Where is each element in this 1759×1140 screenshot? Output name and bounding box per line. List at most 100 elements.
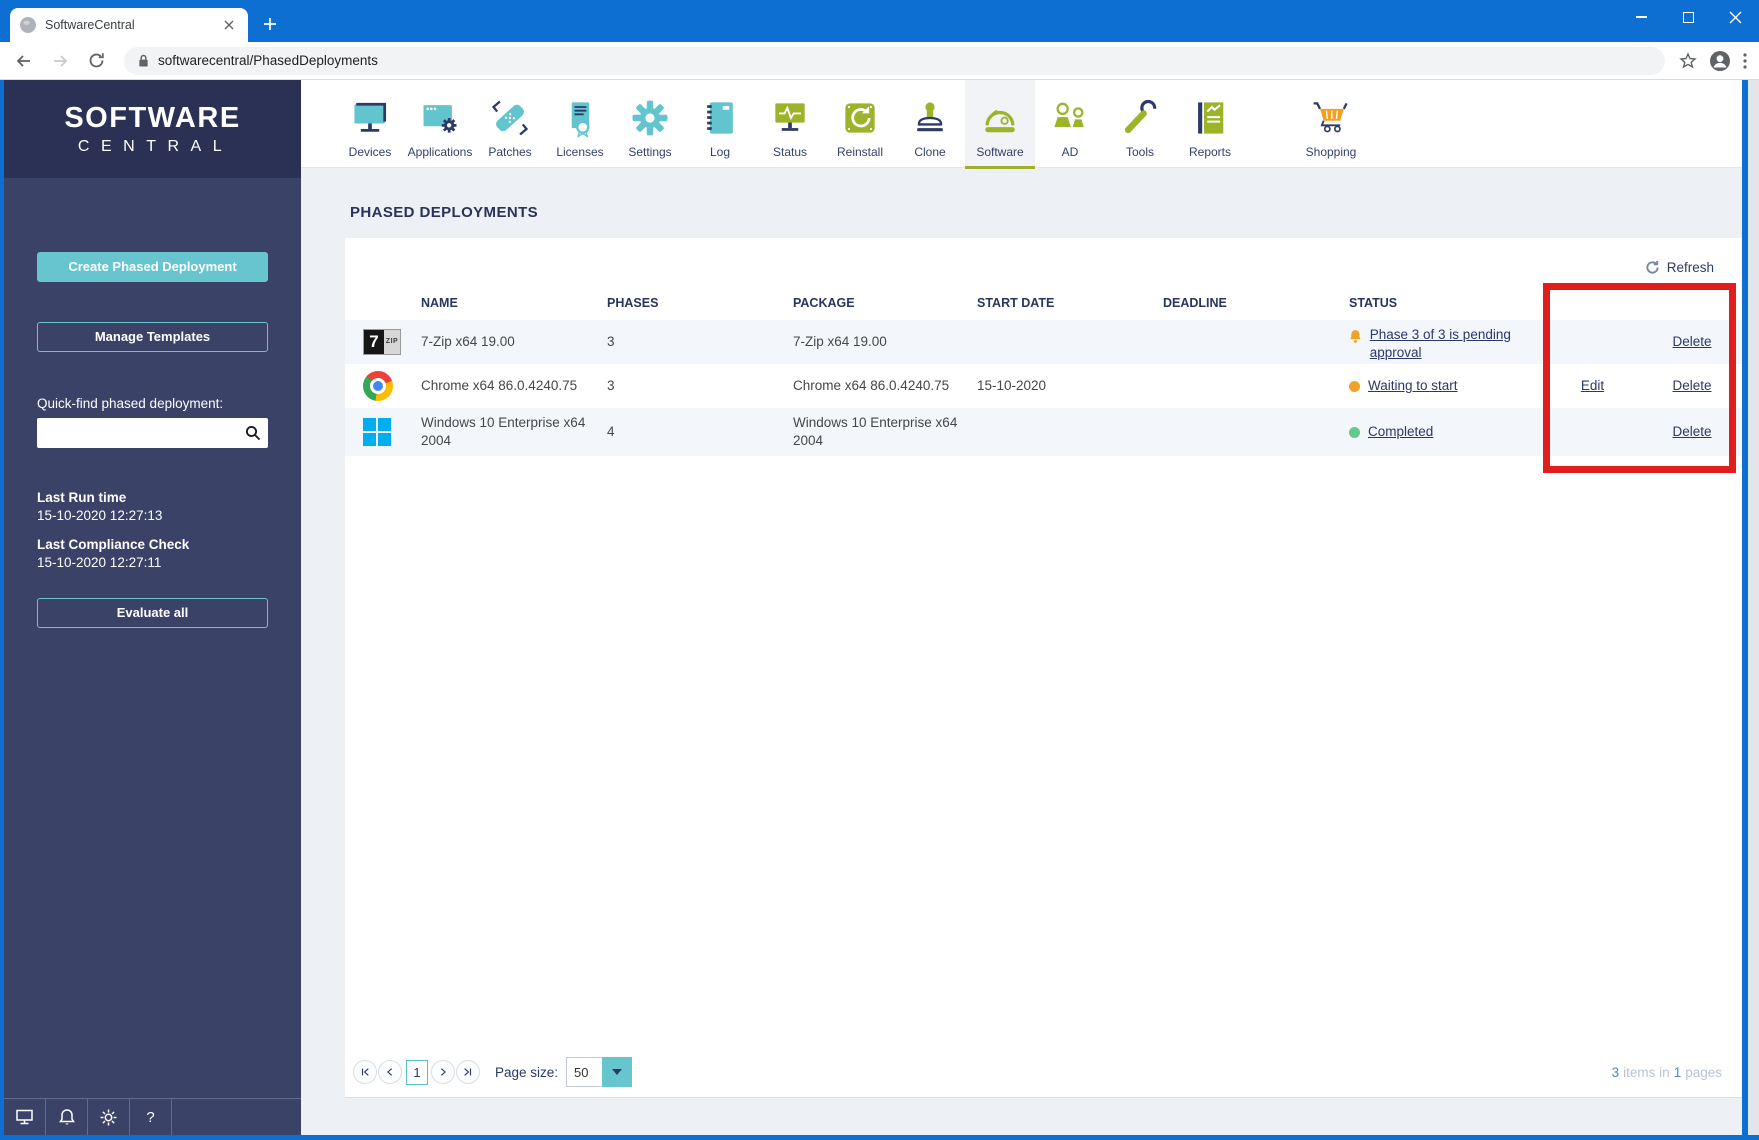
header-deadline: DEADLINE	[1163, 295, 1227, 310]
app-logo: SOFTWARE CENTRAL	[4, 80, 301, 178]
maximize-button[interactable]	[1665, 0, 1712, 34]
nav-item-status[interactable]: Status	[755, 80, 825, 168]
notifications-bell-icon[interactable]	[46, 1099, 88, 1135]
cell-phases: 3	[607, 377, 615, 393]
browser-menu-icon[interactable]	[1743, 52, 1747, 69]
nav-item-software[interactable]: Software	[965, 80, 1035, 169]
profile-avatar-icon[interactable]	[1709, 50, 1731, 72]
nav-item-reinstall[interactable]: Reinstall	[825, 80, 895, 168]
reinstall-icon	[838, 95, 882, 141]
forward-button[interactable]	[46, 47, 74, 75]
nav-item-patches[interactable]: Patches	[475, 80, 545, 168]
last-run-label: Last Run time	[37, 490, 127, 505]
reload-button[interactable]	[82, 47, 110, 75]
help-icon[interactable]: ?	[130, 1099, 172, 1135]
quickfind-search-input[interactable]	[37, 418, 268, 448]
7zip-icon: 7 ZIP	[363, 329, 401, 355]
window-frame-bottom	[0, 1135, 1759, 1140]
remote-desktop-icon[interactable]	[4, 1099, 46, 1135]
edit-link[interactable]: Edit	[1581, 377, 1604, 395]
close-button[interactable]	[1712, 0, 1759, 34]
evaluate-all-button[interactable]: Evaluate all	[37, 598, 268, 628]
chevron-down-icon	[612, 1069, 623, 1075]
green-dot-icon	[1349, 426, 1360, 438]
favicon-globe-icon	[20, 17, 36, 33]
windows-icon	[363, 418, 391, 446]
nav-item-settings[interactable]: Settings	[615, 80, 685, 168]
chrome-icon	[363, 371, 393, 401]
bookmark-star-icon[interactable]	[1679, 51, 1697, 70]
create-phased-deployment-button[interactable]: Create Phased Deployment	[37, 252, 268, 282]
manage-templates-button[interactable]: Manage Templates	[37, 322, 268, 352]
cell-deadline	[1157, 408, 1343, 456]
status-link[interactable]: Phase 3 of 3 is pending approval	[1370, 326, 1537, 362]
nav-item-clone[interactable]: Clone	[895, 80, 965, 168]
cell-status: Phase 3 of 3 is pending approval	[1343, 320, 1543, 364]
pager-prev-button[interactable]	[378, 1060, 402, 1084]
delete-link[interactable]: Delete	[1672, 423, 1711, 441]
pager-next-button[interactable]	[431, 1060, 455, 1084]
settings-gear-icon[interactable]	[88, 1099, 130, 1135]
nav-item-devices[interactable]: Devices	[335, 80, 405, 168]
bell-icon	[1350, 330, 1361, 343]
nav-item-shopping[interactable]: Shopping	[1296, 80, 1366, 168]
cell-name: Windows 10 Enterprise x64 2004	[421, 414, 586, 448]
log-icon	[698, 95, 742, 141]
browser-tab[interactable]: SoftwareCentral	[10, 8, 248, 42]
browser-toolbar: softwarecentral/PhasedDeployments	[0, 42, 1759, 80]
status-link[interactable]: Completed	[1368, 423, 1433, 441]
status-link[interactable]: Waiting to start	[1368, 377, 1458, 395]
cell-start-date: 15-10-2020	[977, 377, 1047, 393]
licenses-icon	[558, 95, 602, 141]
delete-link[interactable]: Delete	[1672, 333, 1711, 351]
pager-first-button[interactable]	[353, 1060, 377, 1084]
cell-delete: Delete	[1642, 320, 1742, 364]
last-run-value: 15-10-2020 12:27:13	[37, 508, 163, 523]
top-navigation: Devices Applications Patches Licenses Se…	[301, 80, 1742, 169]
cell-name: Chrome x64 86.0.4240.75	[421, 377, 578, 393]
cell-start-date	[971, 320, 1157, 364]
tools-icon	[1118, 95, 1162, 141]
nav-item-applications[interactable]: Applications	[405, 80, 475, 168]
items-summary: 3 items in 1 pages	[1611, 1064, 1722, 1080]
cell-status: Waiting to start	[1343, 364, 1543, 408]
clone-icon	[908, 95, 952, 141]
back-button[interactable]	[10, 47, 38, 75]
nav-item-ad[interactable]: AD	[1035, 80, 1105, 168]
refresh-button[interactable]: Refresh	[1645, 260, 1714, 275]
nav-item-reports[interactable]: Reports	[1175, 80, 1245, 168]
cell-name: 7-Zip x64 19.00	[421, 333, 515, 349]
page-size-input[interactable]	[566, 1057, 603, 1087]
orange-dot-icon	[1349, 380, 1360, 392]
search-icon[interactable]	[245, 425, 261, 441]
window-frame-right-gray	[1748, 80, 1759, 1140]
nav-item-licenses[interactable]: Licenses	[545, 80, 615, 168]
page-title: PHASED DEPLOYMENTS	[350, 204, 539, 221]
deployments-card: Refresh NAME PHASES PACKAGE START DATE D…	[345, 238, 1742, 1098]
header-start-date: START DATE	[977, 295, 1055, 310]
url-bar[interactable]: softwarecentral/PhasedDeployments	[124, 46, 1665, 75]
refresh-icon	[1646, 260, 1659, 274]
ad-users-icon	[1048, 95, 1092, 141]
delete-link[interactable]: Delete	[1672, 377, 1711, 395]
page-size-dropdown-button[interactable]	[602, 1057, 633, 1087]
cell-status: Completed	[1343, 408, 1543, 456]
deployments-table: NAME PHASES PACKAGE START DATE DEADLINE …	[345, 286, 1742, 456]
table-row: 7 ZIP 7-Zip x64 19.00 3 7-Zip x64 19.00 …	[345, 320, 1742, 364]
minimize-button[interactable]	[1618, 0, 1665, 34]
tab-close-icon[interactable]	[220, 16, 238, 34]
header-phases: PHASES	[607, 295, 659, 310]
cell-phases: 4	[607, 423, 615, 439]
nav-item-tools[interactable]: Tools	[1105, 80, 1175, 168]
refresh-label: Refresh	[1666, 260, 1714, 275]
pager-current-page[interactable]: 1	[406, 1059, 428, 1085]
header-icon-col	[345, 286, 415, 320]
cell-delete: Delete	[1642, 364, 1742, 408]
cell-package: 7-Zip x64 19.00	[793, 333, 887, 349]
pager-last-button[interactable]	[456, 1060, 480, 1084]
new-tab-button[interactable]	[256, 10, 284, 38]
nav-item-log[interactable]: Log	[685, 80, 755, 168]
settings-nav-icon	[628, 95, 672, 141]
header-edit-col	[1543, 286, 1642, 320]
